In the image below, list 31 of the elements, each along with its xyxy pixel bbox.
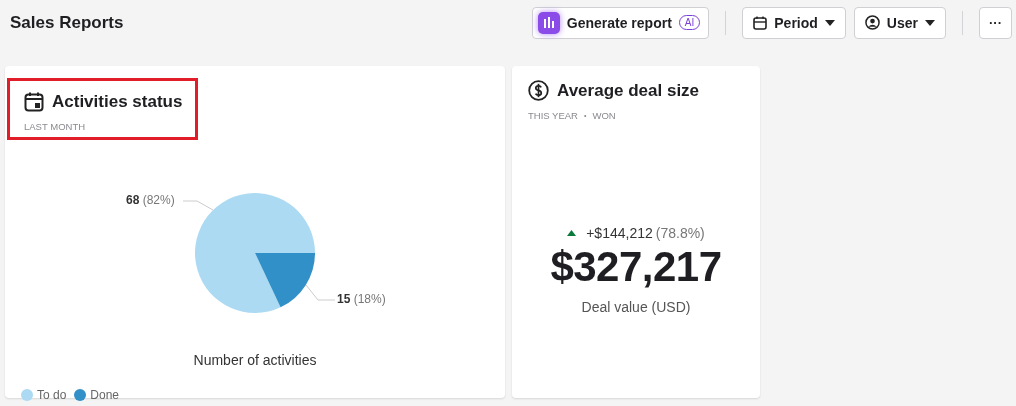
calendar-icon (24, 92, 44, 112)
metric-caption: Deal value (USD) (581, 299, 691, 315)
dollar-icon (528, 80, 549, 101)
period-dropdown[interactable]: Period (742, 6, 846, 39)
calendar-icon (753, 15, 768, 30)
metric-value: $327,217 (550, 243, 722, 291)
change-percent: (78.8%) (655, 225, 705, 241)
legend-label: Done (90, 388, 120, 402)
caret-icon (824, 19, 835, 26)
legend-dot (74, 389, 87, 401)
leader-line (182, 200, 214, 211)
data-label: 68 (82%) (126, 193, 175, 207)
more-button[interactable]: ··· (979, 6, 1012, 39)
card-subtitle: LAST MONTH (24, 121, 86, 132)
legend-dot (21, 389, 33, 401)
user-icon (864, 15, 880, 30)
leader-line (305, 284, 336, 301)
card-title: Activities status (52, 92, 183, 112)
change-value: +$144,212 (586, 225, 653, 241)
page-title: Sales Reports (10, 12, 124, 33)
caret-icon (925, 19, 935, 26)
legend-label: To do (37, 388, 67, 402)
card-subtitle: WON (592, 110, 616, 121)
card-title: Average deal size (557, 80, 700, 101)
up-triangle-icon (567, 230, 577, 236)
generate-report-button[interactable]: Generate report AI (531, 6, 710, 39)
card-subtitle: THIS YEAR (528, 110, 578, 121)
user-dropdown[interactable]: User (853, 6, 946, 39)
chart-caption: Number of activities (193, 352, 317, 368)
bar-chart-icon (537, 11, 560, 34)
data-label: 15 (18%) (337, 292, 386, 306)
